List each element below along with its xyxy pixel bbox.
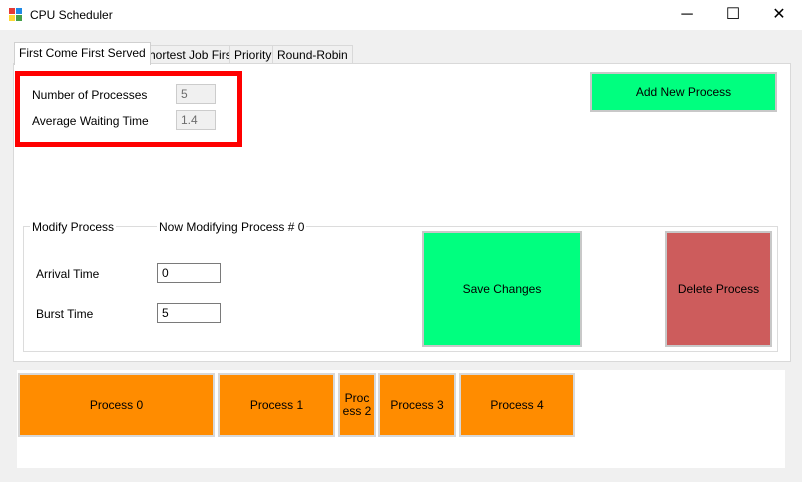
save-changes-button[interactable]: Save Changes [422, 231, 582, 347]
tab-priority[interactable]: Priority [229, 45, 277, 64]
minimize-button[interactable]: ─ [664, 0, 710, 30]
process-block-4[interactable]: Process 4 [459, 373, 575, 437]
process-block-3[interactable]: Process 3 [378, 373, 456, 437]
highlight-box [15, 71, 242, 147]
burst-time-label: Burst Time [36, 307, 94, 321]
close-button[interactable]: ✕ [756, 0, 802, 30]
tab-first-come-first-served[interactable]: First Come First Served [14, 42, 151, 65]
process-block-0[interactable]: Process 0 [18, 373, 215, 437]
title-bar: CPU Scheduler ─ ☐ ✕ [0, 0, 802, 30]
process-block-2[interactable]: Proc ess 2 [338, 373, 376, 437]
burst-time-input[interactable]: 5 [157, 303, 221, 323]
arrival-time-input[interactable]: 0 [157, 263, 221, 283]
tab-round-robin[interactable]: Round-Robin [272, 45, 353, 64]
process-block-1[interactable]: Process 1 [218, 373, 335, 437]
tab-shortest-job-first[interactable]: Shortest Job First [136, 45, 241, 64]
add-new-process-button[interactable]: Add New Process [590, 72, 777, 112]
modify-process-group-label: Modify Process [30, 220, 117, 234]
maximize-button[interactable]: ☐ [710, 0, 756, 30]
delete-process-button[interactable]: Delete Process [665, 231, 772, 347]
app-icon [9, 8, 23, 22]
modifying-status-label: Now Modifying Process # 0 [157, 220, 307, 234]
window-title: CPU Scheduler [30, 8, 113, 22]
arrival-time-label: Arrival Time [36, 267, 100, 281]
